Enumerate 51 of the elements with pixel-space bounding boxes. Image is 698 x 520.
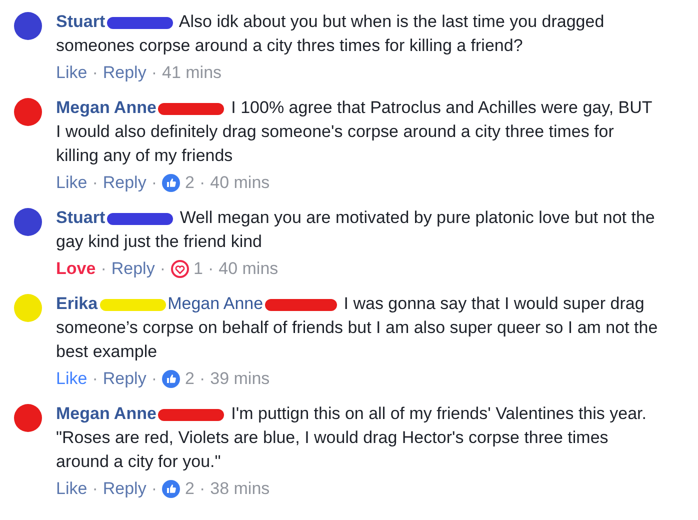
reaction-count[interactable]: 2: [185, 171, 194, 195]
separator-dot: ·: [199, 172, 206, 194]
separator-dot: ·: [92, 62, 98, 84]
author-link[interactable]: Megan Anne: [56, 404, 156, 423]
separator-dot: ·: [151, 478, 157, 500]
comment-time: 39 mins: [210, 368, 270, 390]
separator-dot: ·: [199, 368, 206, 390]
separator-dot: ·: [160, 258, 166, 280]
comment-time: 41 mins: [162, 62, 222, 84]
comment-text: Stuart Well megan you are motivated by pure platonic love but not the gay kind just the friend kind: [56, 207, 656, 253]
separator-dot: ·: [199, 478, 206, 500]
thumbs-up-icon: [162, 480, 180, 498]
reply-link[interactable]: Reply: [102, 367, 146, 391]
react-link[interactable]: Love: [56, 257, 96, 281]
avatar[interactable]: [14, 98, 42, 126]
thumbs-up-icon: [162, 174, 180, 192]
comment-text: Megan Anne I'm puttign this on all of my friends' Valentines this year. "Roses are red, Violets are blue, I would drag Hector's corpse three times around a city for you.": [56, 403, 648, 473]
react-link[interactable]: Like: [56, 61, 88, 85]
avatar[interactable]: [14, 208, 42, 236]
react-link[interactable]: Like: [56, 171, 88, 195]
comment-text: Megan Anne I 100% agree that Patroclus and Achilles were gay, BUT I would also definitely drag someone's corpse around a city three times for killing any of my friends: [56, 97, 653, 167]
comment-time: 38 mins: [210, 478, 270, 500]
comment-time: 40 mins: [218, 258, 278, 280]
react-link[interactable]: Like: [56, 477, 88, 501]
reaction-count[interactable]: 2: [185, 367, 194, 391]
reply-link[interactable]: Reply: [102, 61, 146, 85]
separator-dot: ·: [92, 368, 98, 390]
react-link[interactable]: Like: [56, 367, 88, 391]
avatar[interactable]: [14, 12, 42, 40]
author-link[interactable]: Erika: [56, 294, 98, 313]
separator-dot: ·: [151, 368, 157, 390]
comment-text: Stuart Also idk about you but when is the last time you dragged someones corpse around a city thres times for killing a friend?: [56, 11, 606, 57]
thumbs-up-icon: [162, 370, 180, 388]
separator-dot: ·: [92, 172, 98, 194]
reply-link[interactable]: Reply: [102, 477, 146, 501]
separator-dot: ·: [92, 478, 98, 500]
reply-link[interactable]: Reply: [102, 171, 146, 195]
avatar[interactable]: [14, 404, 42, 432]
comment-text: Erika Megan Anne I was gonna say that I would super drag someone’s corpse on behalf of friends but I am also super queer so I am not the best example: [56, 293, 658, 363]
author-link[interactable]: Megan Anne: [56, 98, 156, 117]
separator-dot: ·: [100, 258, 106, 280]
mention-link[interactable]: Megan Anne: [168, 294, 264, 313]
comment-time: 40 mins: [210, 172, 270, 194]
reaction-count[interactable]: 1: [194, 257, 203, 281]
separator-dot: ·: [151, 172, 157, 194]
author-link[interactable]: Stuart: [56, 12, 106, 31]
reply-link[interactable]: Reply: [111, 257, 155, 281]
separator-dot: ·: [208, 258, 214, 280]
reaction-count[interactable]: 2: [185, 477, 194, 501]
separator-dot: ·: [151, 62, 157, 84]
author-link[interactable]: Stuart: [56, 208, 106, 227]
